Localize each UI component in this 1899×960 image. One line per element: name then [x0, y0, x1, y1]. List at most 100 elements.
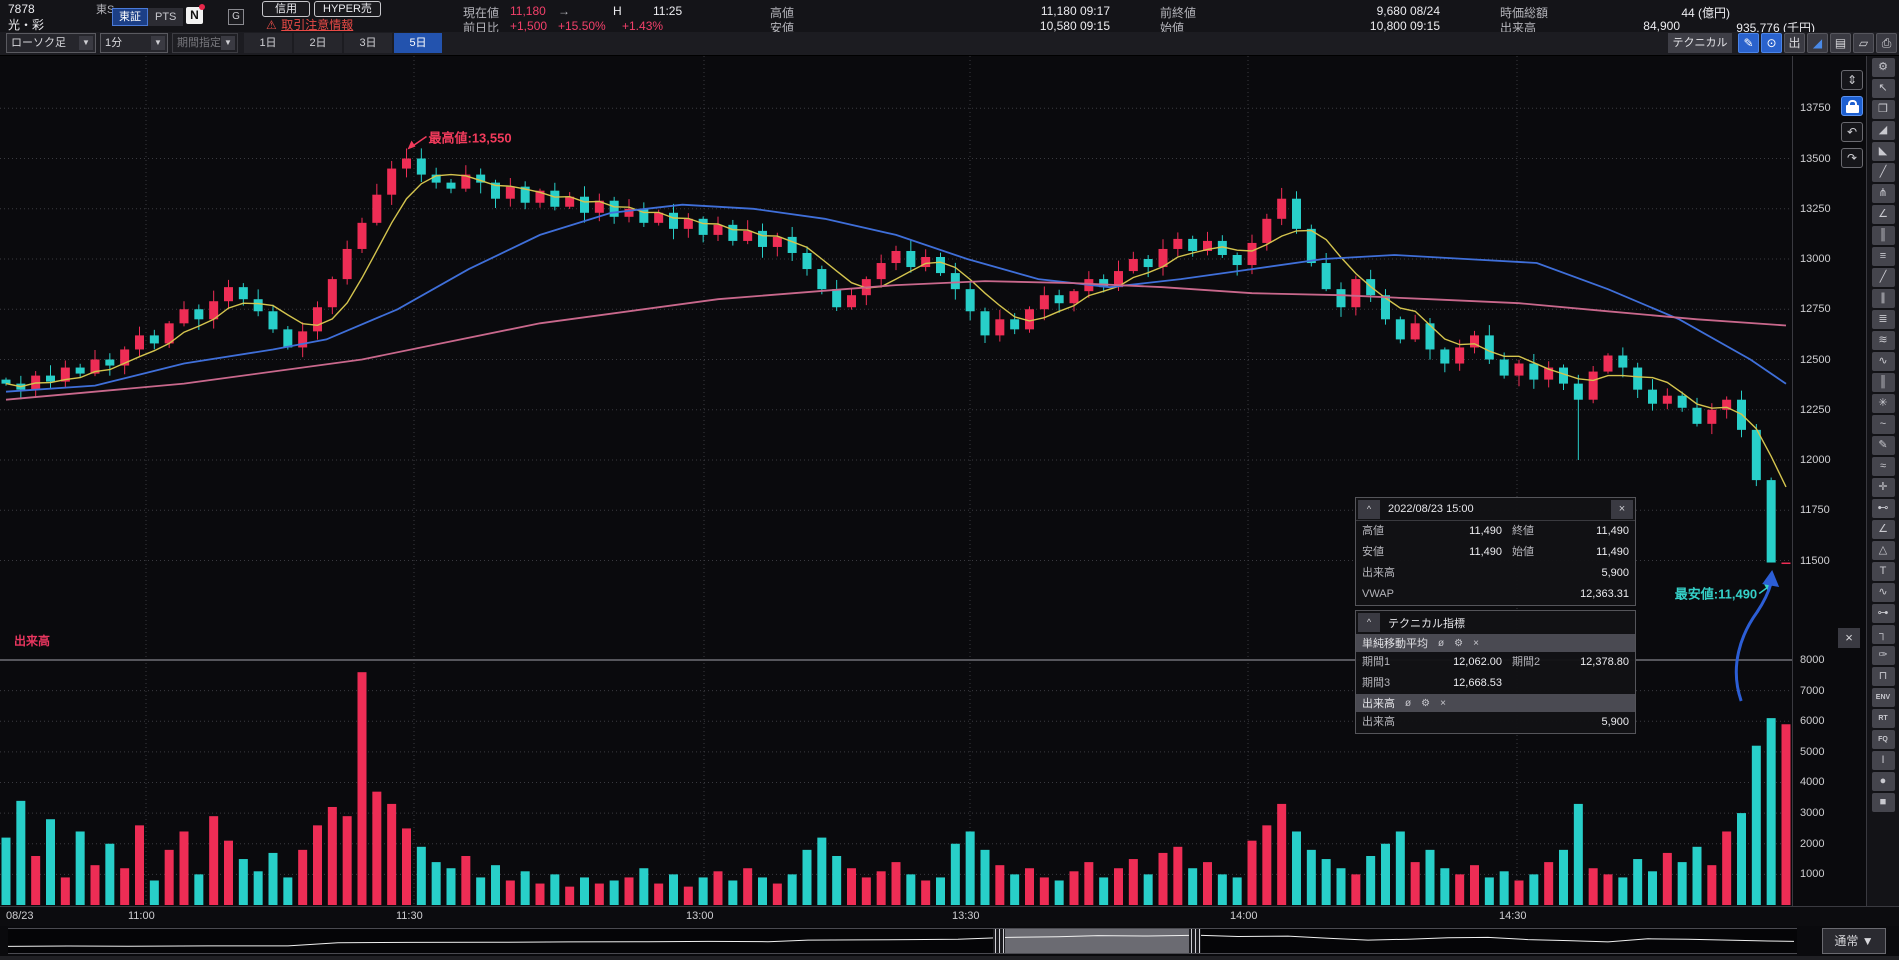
rail-tool-icon-20[interactable]: ✛ [1871, 478, 1895, 497]
rail-tool-icon-10[interactable]: ╱ [1871, 268, 1895, 287]
rail-tool-icon-1[interactable]: ↖ [1871, 79, 1895, 98]
rail-tool-icon-34[interactable]: ● [1871, 772, 1895, 791]
chart-navigator[interactable] [8, 928, 1797, 954]
hide-icon[interactable]: ø [1438, 638, 1444, 649]
rail-tool-icon-19[interactable]: ≈ [1871, 457, 1895, 476]
close-icon[interactable]: × [1611, 499, 1633, 519]
undo-button[interactable]: ↶ [1841, 122, 1863, 142]
market-button-PTS[interactable]: PTS [148, 8, 184, 26]
rail-tool-icon-23[interactable]: △ [1871, 541, 1895, 560]
rail-tool-icon-8[interactable]: ║ [1871, 226, 1895, 245]
range-button-5日[interactable]: 5日 [394, 33, 442, 53]
chart-style-icon[interactable]: ◢ [1807, 33, 1828, 53]
rail-tool-icon-0[interactable]: ⚙ [1871, 58, 1895, 77]
rail-tool-icon-32[interactable]: FQ [1871, 730, 1895, 749]
drawing-arrow-head [1762, 570, 1780, 587]
interval-select[interactable]: 1分 ▼ [100, 33, 168, 53]
technical-button[interactable]: テクニカル [1668, 33, 1732, 53]
rail-tool-icon-13[interactable]: ≋ [1871, 331, 1895, 350]
volume-tick-5000: 5000 [1800, 745, 1825, 758]
chart-type-select[interactable]: ローソク足 ▼ [6, 33, 96, 53]
change-percent2: +1.43% [622, 19, 664, 33]
rail-tool-icon-28[interactable]: ✑ [1871, 646, 1895, 665]
rail-tool-icon-5[interactable]: ╱ [1871, 163, 1895, 182]
folder-icon[interactable]: ▱ [1853, 33, 1874, 53]
print-icon[interactable]: ⎙ [1876, 33, 1897, 53]
hide-icon[interactable]: ø [1405, 698, 1411, 709]
change-percent: +15.50% [558, 19, 606, 33]
rail-tool-icon-33[interactable]: I [1871, 751, 1895, 770]
rail-tool-icon-15[interactable]: ║ [1871, 373, 1895, 392]
rail-tool-icon-21[interactable]: ⊷ [1871, 499, 1895, 518]
zoom-icon[interactable]: ⊙ [1761, 33, 1782, 53]
rail-tool-icon-11[interactable]: ∥ [1871, 289, 1895, 308]
rail-tool-icon-27[interactable]: ┐ [1871, 625, 1895, 644]
price-tick-13250: 13250 [1800, 202, 1831, 215]
price-and-volume-chart[interactable]: 最高値:13,550 最安値:11,490 [0, 56, 1792, 906]
rail-tool-icon-7[interactable]: ∠ [1871, 205, 1895, 224]
stock-code: 7878 [8, 2, 35, 16]
rail-tool-icon-3[interactable]: ◢ [1871, 121, 1895, 140]
g-icon[interactable]: G [228, 9, 244, 25]
sma-section-bar: 単純移動平均 ø ⚙ × [1356, 634, 1635, 652]
volume-value: 84,900 [1643, 19, 1680, 33]
navigator-right-handle[interactable] [1189, 929, 1201, 953]
market-button-東証[interactable]: 東証 [112, 8, 148, 26]
range-button-3日[interactable]: 3日 [344, 33, 392, 53]
rail-tool-icon-24[interactable]: T [1871, 562, 1895, 581]
redo-button[interactable]: ↷ [1841, 148, 1863, 168]
close-icon[interactable]: × [1440, 698, 1446, 709]
margin-button[interactable]: 信用 [262, 1, 310, 17]
rail-tool-icon-6[interactable]: ⋔ [1871, 184, 1895, 203]
time-tick-08/23: 08/23 [6, 910, 34, 922]
hyper-sell-button[interactable]: HYPER売 [314, 1, 381, 17]
scale-lock-button[interactable] [1841, 96, 1863, 116]
settings-icon[interactable]: ⚙ [1454, 638, 1463, 649]
navigator-left-handle[interactable] [993, 929, 1005, 953]
volume-tick-6000: 6000 [1800, 715, 1825, 728]
rail-tool-icon-12[interactable]: ≣ [1871, 310, 1895, 329]
volume-pane-close-icon[interactable]: × [1838, 628, 1860, 648]
price-tick-13000: 13000 [1800, 253, 1831, 265]
rail-tool-icon-4[interactable]: ◣ [1871, 142, 1895, 161]
warning-icon: ⚠ [266, 18, 277, 32]
indicator-panel-title: テクニカル指標 [1388, 617, 1465, 630]
range-button-1日[interactable]: 1日 [244, 33, 292, 53]
drawing-tool-rail: ⚙ ↖ ❒ ◢ ◣ ╱ ⋔ ∠ ║ ≡ ╱ ∥ ≣ ≋ ∿ ║ ✳ ~ ✎ ≈ ✛ ⊷ ∠ △ T ∿ ⊶ ┐ ✑ ⊓ ENV RT FQ I ● ■ [1866, 56, 1899, 925]
settings-icon[interactable]: ⚙ [1421, 698, 1430, 709]
range-button-2日[interactable]: 2日 [294, 33, 342, 53]
close-icon[interactable]: × [1473, 638, 1479, 649]
grid [0, 56, 1792, 905]
volume-tick-2000: 2000 [1800, 837, 1825, 850]
time-axis: 08/23 11:00 11:30 13:00 13:30 14:00 14:30 [0, 906, 1899, 926]
rail-tool-icon-2[interactable]: ❒ [1871, 100, 1895, 119]
prev-close-value: 9,680 08/24 [1376, 4, 1440, 18]
quote-header: 7878 光・彩 東S 東証 PTS N G 信用 HYPER売 ⚠ 取引注意情報… [0, 0, 1899, 35]
volume-section-bar: 出来高 ø ⚙ × [1356, 694, 1635, 712]
rail-tool-icon-35[interactable]: ■ [1871, 793, 1895, 812]
rail-tool-icon-17[interactable]: ~ [1871, 415, 1895, 434]
rail-tool-icon-25[interactable]: ∿ [1871, 583, 1895, 602]
rail-tool-icon-14[interactable]: ∿ [1871, 352, 1895, 371]
price-tick-11500: 11500 [1800, 554, 1830, 567]
draw-icon[interactable]: ✎ [1738, 33, 1759, 53]
rail-tool-icon-16[interactable]: ✳ [1871, 394, 1895, 413]
fit-scale-button[interactable]: ⇕ [1841, 70, 1863, 90]
rail-tool-icon-29[interactable]: ⊓ [1871, 667, 1895, 686]
collapse-icon[interactable]: ^ [1358, 613, 1380, 632]
rail-tool-icon-9[interactable]: ≡ [1871, 247, 1895, 266]
out-icon[interactable]: 出 [1784, 33, 1805, 53]
rail-tool-icon-30[interactable]: ENV [1871, 688, 1895, 707]
price-tick-11750: 11750 [1800, 504, 1830, 517]
save-icon[interactable]: ▤ [1830, 33, 1851, 53]
trade-warning-link[interactable]: 取引注意情報 [281, 18, 353, 32]
volume-tick-4000: 4000 [1800, 776, 1825, 789]
rail-tool-icon-18[interactable]: ✎ [1871, 436, 1895, 455]
rail-tool-icon-26[interactable]: ⊶ [1871, 604, 1895, 623]
scale-mode-select[interactable]: 通常 ▼ [1822, 928, 1886, 954]
price-tick-12500: 12500 [1800, 353, 1831, 366]
rail-tool-icon-31[interactable]: RT [1871, 709, 1895, 728]
collapse-icon[interactable]: ^ [1358, 499, 1380, 519]
rail-tool-icon-22[interactable]: ∠ [1871, 520, 1895, 539]
period-select[interactable]: 期間指定 ▼ [172, 33, 238, 53]
